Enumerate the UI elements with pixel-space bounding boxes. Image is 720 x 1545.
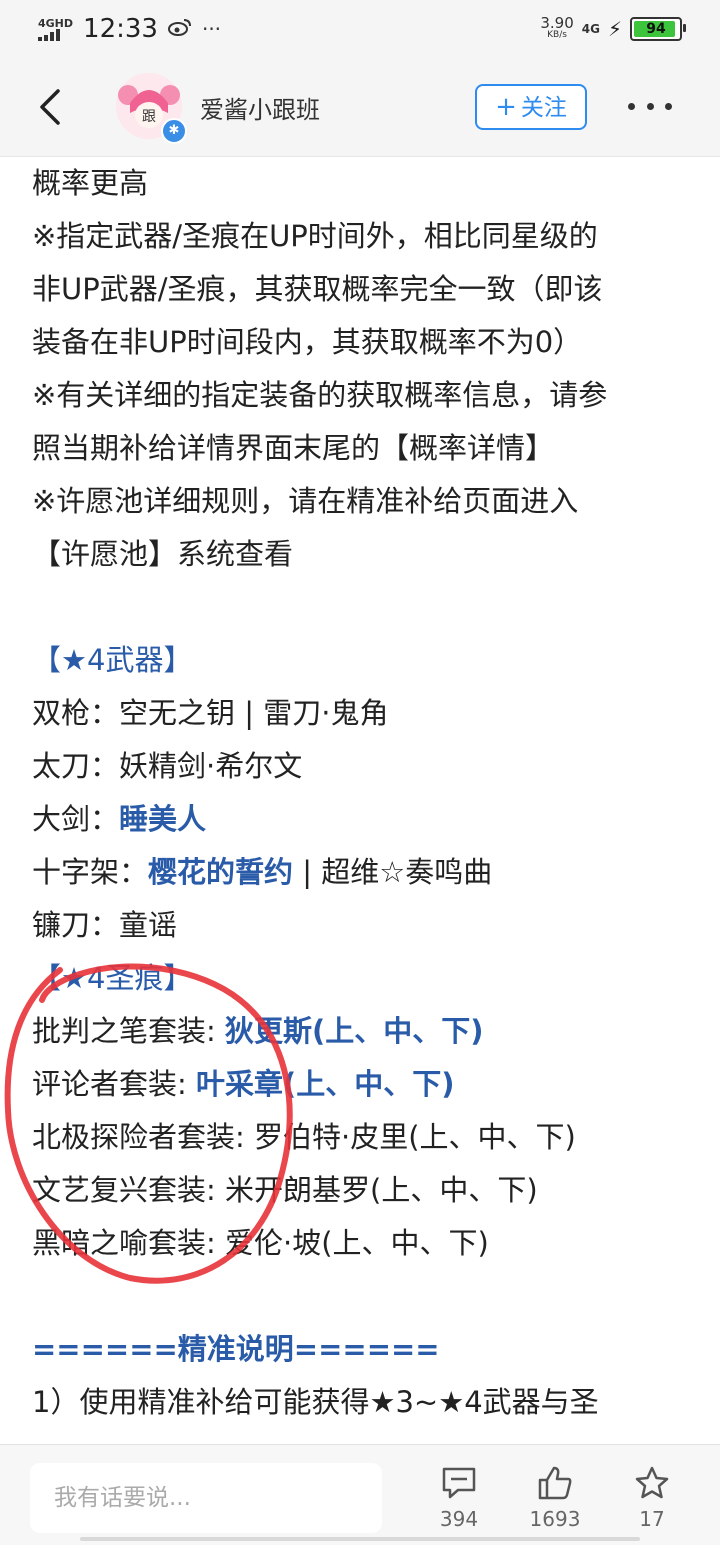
stigmata-value: 爱伦·坡(上、中、下) (225, 1226, 489, 1260)
comment-count: 394 (439, 1507, 479, 1531)
stigmata-value: 罗伯特·皮里(上、中、下) (254, 1120, 576, 1154)
like-button[interactable]: 1693 (515, 1463, 595, 1537)
clock: 12:33 (83, 14, 158, 44)
weapon-value: 妖精剑·希尔文 (119, 749, 303, 783)
follow-label: 关注 (520, 95, 567, 121)
weapon-value: 童谣 (119, 908, 178, 942)
speed-unit: KB/s (547, 30, 567, 40)
battery-level: 94 (646, 21, 666, 37)
stigmata-highlight-link[interactable]: 狄更斯(上、中、下) (225, 1014, 484, 1048)
content-line: ※许愿池详细规则，请在精准补给页面进入 (32, 484, 579, 518)
more-options-button[interactable] (628, 96, 672, 116)
battery-icon: 94 (630, 17, 686, 41)
content-line: 照当期补给详情界面末尾的【概率详情】 (32, 431, 555, 465)
more-dot (628, 102, 635, 110)
content-line: 【许愿池】系统查看 (32, 537, 294, 571)
weapon-label: 太刀： (32, 749, 120, 783)
weapon-value: 空无之钥 | 雷刀·鬼角 (119, 696, 389, 730)
status-bar: 4GHD 12:33 ··· 3.90 KB/s 4G ⚡ 94 (0, 0, 720, 58)
weapon-highlight-link[interactable]: 樱花的誓约 (148, 855, 293, 889)
weapons-header: 【★4武器】 (32, 643, 193, 677)
status-left: 4GHD 12:33 ··· (38, 12, 221, 46)
network-label: 4GHD (38, 16, 74, 30)
more-dot (646, 102, 654, 110)
follow-button[interactable]: + 关注 (475, 84, 587, 130)
weibo-icon (167, 17, 192, 42)
stigmata-label: 评论者套装: (32, 1067, 196, 1101)
intro-text: 概率更高 ※指定武器/圣痕在UP时间外，相比同星级的 非UP武器/圣痕，其获取概率完… (32, 157, 692, 581)
weapon-item: 大剑：睡美人 (32, 793, 692, 846)
weapon-highlight-link[interactable]: 睡美人 (119, 802, 206, 836)
more-notifications: ··· (201, 17, 222, 41)
network-speed: 3.90 KB/s (540, 14, 574, 41)
content-line: 1）使用精准补给可能获得★3~★4武器与圣 (32, 1385, 599, 1419)
stigmata-label: 批判之笔套装: (32, 1014, 225, 1048)
plus-icon: + (495, 92, 517, 122)
content-line: ※指定武器/圣痕在UP时间外，相比同星级的 (32, 219, 598, 253)
stigmata-header: 【★4圣痕】 (32, 961, 193, 995)
weapons-list: 双枪：空无之钥 | 雷刀·鬼角 太刀：妖精剑·希尔文 大剑：睡美人 十字架：樱花的誓约… (32, 687, 692, 952)
home-indicator (80, 1537, 640, 1541)
stigmata-item: 黑暗之喻套装: 爱伦·坡(上、中、下) (32, 1217, 692, 1270)
verified-badge-icon: ✱ (161, 118, 187, 144)
weapon-item: 太刀：妖精剑·希尔文 (32, 740, 692, 793)
stigmata-highlight-link[interactable]: 叶采章(上、中、下) (196, 1067, 455, 1101)
content-line: ※有关详细的指定装备的获取概率信息，请参 (32, 378, 608, 412)
avatar[interactable]: 跟 ✱ (116, 73, 187, 144)
weapon-label: 十字架： (32, 855, 149, 889)
comment-button[interactable]: 394 (419, 1463, 499, 1537)
charging-icon: ⚡ (607, 17, 622, 41)
chevron-left-icon (40, 89, 60, 125)
post-header: 跟 ✱ 爱酱小跟班 + 关注 (0, 58, 720, 157)
stigmata-label: 北极探险者套装: (32, 1120, 254, 1154)
speed-value: 3.90 (540, 14, 574, 32)
stigmata-value: 米开朗基罗(上、中、下) (225, 1173, 538, 1207)
signal-icon: 4GHD (38, 18, 73, 41)
weapon-item: 镰刀：童谣 (32, 899, 692, 952)
weapon-label: 镰刀： (32, 908, 120, 942)
post-content: 概率更高 ※指定武器/圣痕在UP时间外，相比同星级的 非UP武器/圣痕，其获取概率完… (32, 157, 692, 1444)
stigmata-item: 评论者套装: 叶采章(上、中、下) (32, 1058, 692, 1111)
network-type: 4G (581, 22, 600, 36)
back-button[interactable] (30, 82, 70, 132)
stigmata-item: 批判之笔套装: 狄更斯(上、中、下) (32, 1005, 692, 1058)
favorite-button[interactable]: 17 (612, 1463, 692, 1537)
content-line: 概率更高 (32, 166, 149, 200)
content-line: 装备在非UP时间段内，其获取概率不为0） (32, 325, 583, 359)
weapon-value: | 超维☆奏鸣曲 (293, 855, 493, 889)
weapon-item: 十字架：樱花的誓约 | 超维☆奏鸣曲 (32, 846, 692, 899)
bottom-action-bar: 394 1693 17 (0, 1444, 720, 1545)
comment-input[interactable] (30, 1463, 382, 1533)
like-count: 1693 (529, 1507, 581, 1531)
favorite-count: 17 (639, 1507, 665, 1531)
svg-text:跟: 跟 (142, 109, 156, 125)
thumbs-up-icon (515, 1463, 595, 1503)
author-name[interactable]: 爱酱小跟班 (200, 90, 320, 125)
stigmata-list: 批判之笔套装: 狄更斯(上、中、下) 评论者套装: 叶采章(上、中、下) 北极探险者… (32, 1005, 692, 1270)
comment-icon (419, 1463, 499, 1503)
stigmata-item: 北极探险者套装: 罗伯特·皮里(上、中、下) (32, 1111, 692, 1164)
status-right: 3.90 KB/s 4G ⚡ 94 (540, 14, 686, 44)
weapon-item: 双枪：空无之钥 | 雷刀·鬼角 (32, 687, 692, 740)
star-icon (612, 1463, 692, 1503)
stigmata-label: 黑暗之喻套装: (32, 1226, 225, 1260)
content-line: 非UP武器/圣痕，其获取概率完全一致（即该 (32, 272, 603, 306)
weapon-label: 双枪： (32, 696, 120, 730)
more-dot (665, 102, 672, 110)
section-header: ======精准说明====== (32, 1332, 440, 1366)
stigmata-label: 文艺复兴套装: (32, 1173, 225, 1207)
weapon-label: 大剑： (32, 802, 120, 836)
stigmata-item: 文艺复兴套装: 米开朗基罗(上、中、下) (32, 1164, 692, 1217)
